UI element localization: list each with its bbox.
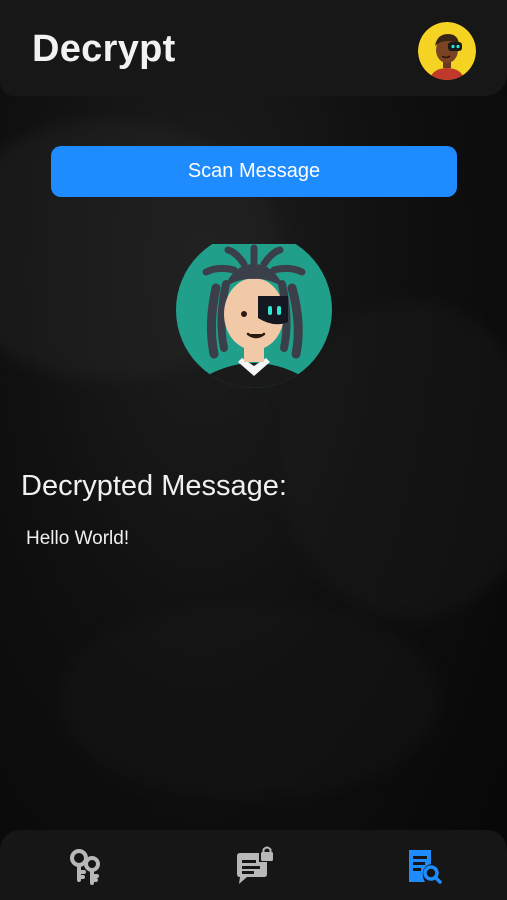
- user-avatar-icon: [418, 22, 476, 80]
- nav-item-secure-chat[interactable]: [231, 844, 279, 888]
- nav-item-keys[interactable]: [62, 844, 110, 888]
- hero-avatar: [174, 232, 334, 389]
- decrypted-message-text: Hello World!: [26, 528, 130, 549]
- bottom-navigation: [0, 830, 507, 900]
- profile-avatar[interactable]: [418, 22, 476, 80]
- decrypt-search-icon: [409, 850, 442, 884]
- app-header: Decrypt: [0, 0, 507, 96]
- background-shape: [60, 600, 440, 800]
- scan-message-button[interactable]: Scan Message: [51, 146, 457, 197]
- decrypted-message-heading: Decrypted Message:: [21, 470, 287, 502]
- keys-icon: [70, 849, 100, 885]
- hacker-avatar-icon: [176, 232, 332, 388]
- secure-chat-icon: [237, 846, 273, 884]
- decrypt-screen: Decrypt Scan Message Decrypted Message: …: [0, 0, 507, 900]
- nav-item-decrypt[interactable]: [399, 844, 447, 888]
- page-title: Decrypt: [32, 28, 176, 70]
